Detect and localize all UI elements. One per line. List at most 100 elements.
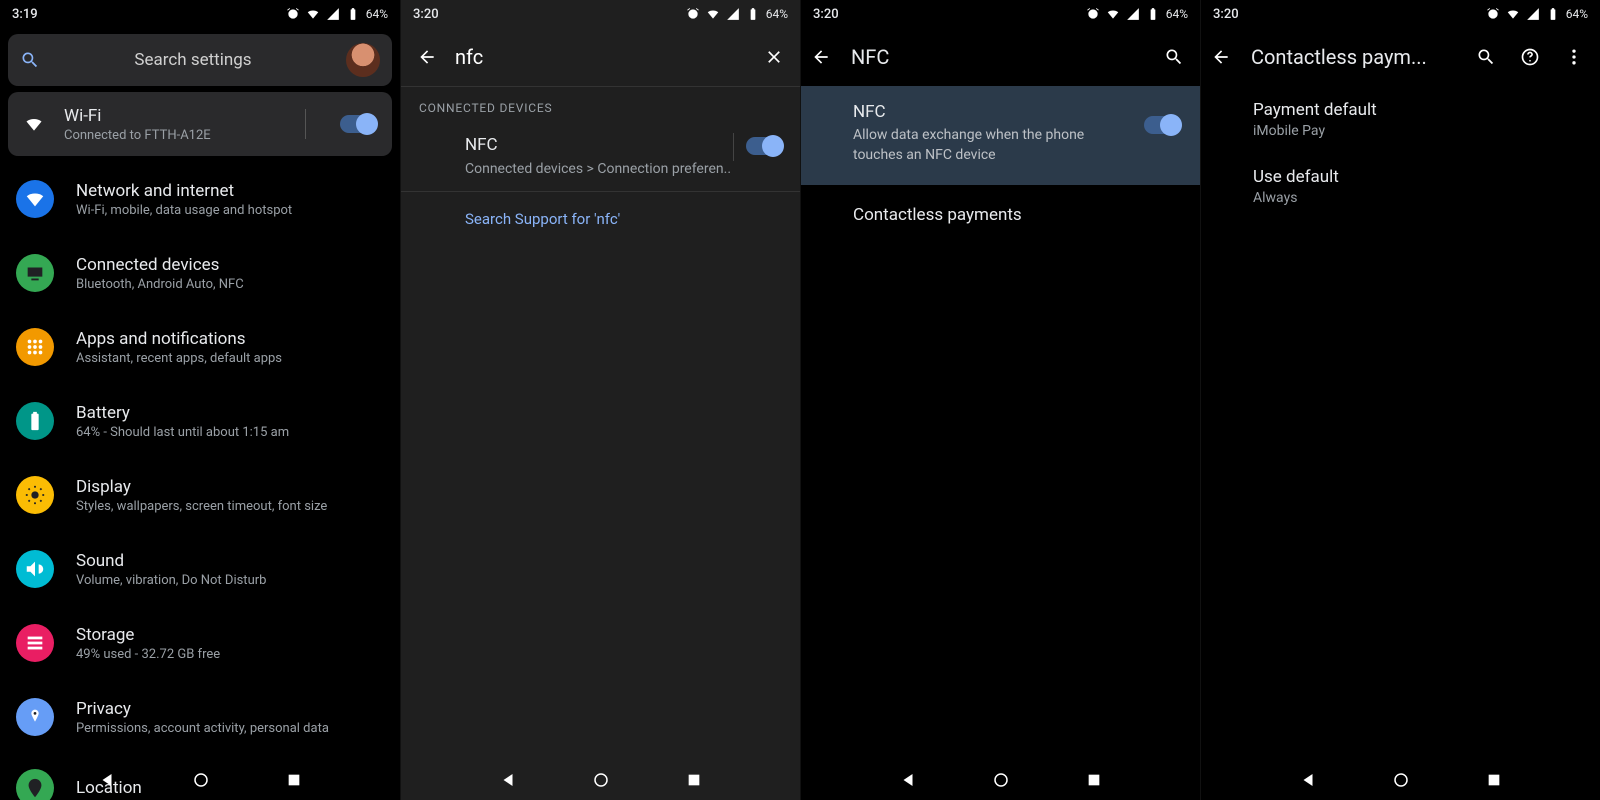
back-icon[interactable] <box>417 47 437 67</box>
wifi-icon <box>706 7 720 21</box>
battery-text: 64% <box>1566 7 1588 21</box>
nfc-toggle[interactable] <box>1144 116 1180 134</box>
row-title: Display <box>76 477 384 497</box>
wifi-icon <box>16 180 54 218</box>
settings-list[interactable]: Search settings Wi-Fi Connected to FTTH-… <box>0 28 400 800</box>
page-title: Contactless paym... <box>1243 45 1458 69</box>
nfc-settings-screen: 3:20 64% NFC NFC Allow data exchange whe… <box>800 0 1200 800</box>
recent-nav-icon[interactable] <box>686 772 702 788</box>
row-sub: Wi-Fi, mobile, data usage and hotspot <box>76 203 384 218</box>
nav-bar <box>1201 760 1600 800</box>
wifi-toggle[interactable] <box>340 115 376 133</box>
search-input[interactable] <box>455 45 746 69</box>
row-title: Privacy <box>76 699 384 719</box>
battery-icon <box>746 7 760 21</box>
row-storage[interactable]: Storage49% used - 32.72 GB free <box>0 606 400 680</box>
back-nav-icon[interactable] <box>499 771 517 789</box>
recent-nav-icon[interactable] <box>286 772 302 788</box>
wifi-icon <box>1506 7 1520 21</box>
row-use-default[interactable]: Use default Always <box>1201 153 1600 220</box>
alarm-icon <box>686 7 700 21</box>
row-sound[interactable]: Sound Volume, vibration, Do Not Disturb <box>0 532 400 606</box>
row-title: Apps and notifications <box>76 329 384 349</box>
wifi-icon <box>1106 7 1120 21</box>
divider <box>305 109 306 139</box>
wifi-icon <box>306 7 320 21</box>
row-title: Use default <box>1253 167 1582 187</box>
settings-search-screen: 3:20 64% Connected Devices NFC Connected… <box>400 0 800 800</box>
battery-icon <box>16 402 54 440</box>
alarm-icon <box>1086 7 1100 21</box>
search-icon <box>20 50 40 70</box>
help-icon[interactable] <box>1520 47 1540 67</box>
result-title: NFC <box>465 135 782 155</box>
signal-icon <box>1526 7 1540 21</box>
result-nfc[interactable]: NFC Connected devices > Connection prefe… <box>401 125 800 192</box>
battery-text: 64% <box>1166 7 1188 21</box>
page-header: Contactless paym... <box>1201 28 1600 86</box>
row-payment-default[interactable]: Payment default iMobile Pay <box>1201 86 1600 153</box>
nfc-toggle[interactable] <box>746 137 782 155</box>
row-apps[interactable]: Apps and notificationsAssistant, recent … <box>0 310 400 384</box>
alarm-icon <box>286 7 300 21</box>
page-header: NFC <box>801 28 1200 86</box>
status-bar: 3:20 64% <box>1201 0 1600 28</box>
close-icon[interactable] <box>764 47 784 67</box>
home-nav-icon[interactable] <box>592 771 610 789</box>
search-icon[interactable] <box>1164 47 1184 67</box>
wifi-title: Wi-Fi <box>64 106 285 126</box>
search-support-link[interactable]: Search Support for 'nfc' <box>401 192 800 246</box>
status-bar: 3:19 64% <box>0 0 400 28</box>
row-sub: Always <box>1253 190 1582 206</box>
back-nav-icon[interactable] <box>98 771 116 789</box>
battery-icon <box>1146 7 1160 21</box>
back-nav-icon[interactable] <box>1299 771 1317 789</box>
home-nav-icon[interactable] <box>192 771 210 789</box>
page-title: NFC <box>843 45 1146 69</box>
more-icon[interactable] <box>1564 47 1584 67</box>
row-display[interactable]: Display Styles, wallpapers, screen timeou… <box>0 458 400 532</box>
profile-avatar[interactable] <box>346 43 380 77</box>
wifi-quick-tile[interactable]: Wi-Fi Connected to FTTH-A12E <box>8 92 392 156</box>
storage-icon <box>16 624 54 662</box>
recent-nav-icon[interactable] <box>1086 772 1102 788</box>
row-battery[interactable]: Battery64% - Should last until about 1:1… <box>0 384 400 458</box>
battery-text: 64% <box>366 7 388 21</box>
signal-icon <box>1126 7 1140 21</box>
search-icon[interactable] <box>1476 47 1496 67</box>
result-sub: Connected devices > Connection preferen.… <box>465 161 782 177</box>
devices-icon <box>16 254 54 292</box>
row-sub: Permissions, account activity, personal … <box>76 721 384 736</box>
nav-bar <box>0 760 400 800</box>
row-sub: Styles, wallpapers, screen timeout, font… <box>76 499 384 514</box>
recent-nav-icon[interactable] <box>1486 772 1502 788</box>
row-sub: Volume, vibration, Do Not Disturb <box>76 573 384 588</box>
home-nav-icon[interactable] <box>1392 771 1410 789</box>
battery-icon <box>1546 7 1560 21</box>
row-privacy[interactable]: Privacy Permissions, account activity, pe… <box>0 680 400 754</box>
signal-icon <box>726 7 740 21</box>
clock: 3:20 <box>413 7 439 22</box>
status-bar: 3:20 64% <box>401 0 800 28</box>
back-icon[interactable] <box>811 47 831 67</box>
status-icons: 64% <box>1486 7 1588 21</box>
battery-icon <box>346 7 360 21</box>
row-connected-devices[interactable]: Connected devicesBluetooth, Android Auto… <box>0 236 400 310</box>
row-network[interactable]: Network and internetWi-Fi, mobile, data … <box>0 162 400 236</box>
search-settings-bar[interactable]: Search settings <box>8 34 392 86</box>
alarm-icon <box>1486 7 1500 21</box>
apps-icon <box>16 328 54 366</box>
payments-content: Payment default iMobile Pay Use default … <box>1201 86 1600 800</box>
back-nav-icon[interactable] <box>899 771 917 789</box>
back-icon[interactable] <box>1211 47 1231 67</box>
clock: 3:20 <box>1213 7 1239 22</box>
wifi-icon <box>24 114 44 134</box>
nfc-sub: Allow data exchange when the phone touch… <box>853 126 1093 165</box>
row-contactless-payments[interactable]: Contactless payments <box>801 185 1200 245</box>
home-nav-icon[interactable] <box>992 771 1010 789</box>
wifi-sub: Connected to FTTH-A12E <box>64 128 285 143</box>
nfc-master-tile[interactable]: NFC Allow data exchange when the phone t… <box>801 86 1200 185</box>
settings-main-screen: 3:19 64% Search settings Wi-Fi Connected… <box>0 0 400 800</box>
row-title: Payment default <box>1253 100 1582 120</box>
row-title: Sound <box>76 551 384 571</box>
